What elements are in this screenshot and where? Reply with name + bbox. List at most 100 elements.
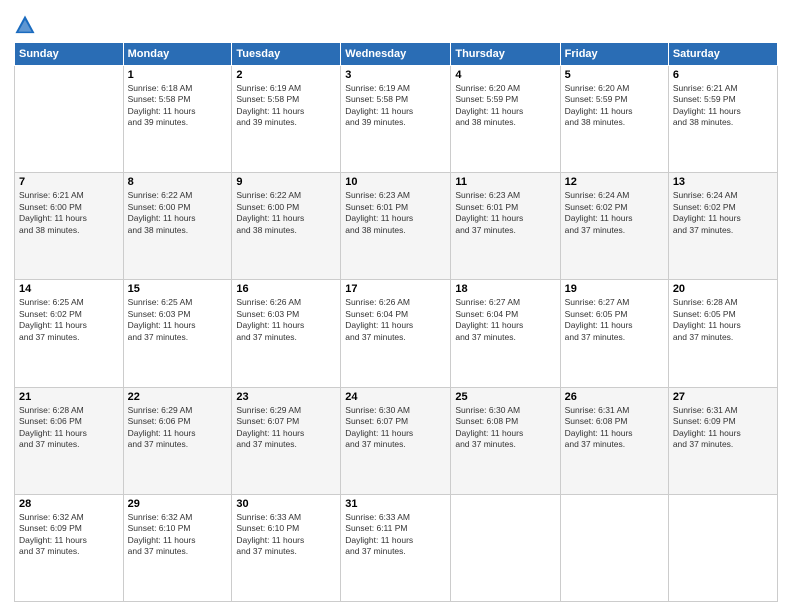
page: SundayMondayTuesdayWednesdayThursdayFrid… [0,0,792,612]
day-info: Sunrise: 6:20 AM Sunset: 5:59 PM Dayligh… [565,83,664,129]
day-number: 8 [128,176,228,188]
day-number: 31 [345,498,446,510]
day-info: Sunrise: 6:23 AM Sunset: 6:01 PM Dayligh… [345,190,446,236]
day-number: 22 [128,391,228,403]
day-cell [15,66,124,173]
day-cell: 9 Sunrise: 6:22 AM Sunset: 6:00 PM Daylig… [232,173,341,280]
day-info: Sunrise: 6:31 AM Sunset: 6:09 PM Dayligh… [673,405,773,451]
logo-icon [14,14,36,36]
day-cell [560,494,668,601]
day-cell: 25 Sunrise: 6:30 AM Sunset: 6:08 PM Dayli… [451,387,560,494]
day-info: Sunrise: 6:23 AM Sunset: 6:01 PM Dayligh… [455,190,555,236]
day-cell: 1Sunrise: 6:18 AM Sunset: 5:58 PM Daylig… [123,66,232,173]
day-info: Sunrise: 6:26 AM Sunset: 6:03 PM Dayligh… [236,297,336,343]
weekday-saturday: Saturday [668,43,777,66]
day-number: 14 [19,283,119,295]
day-number: 16 [236,283,336,295]
weekday-tuesday: Tuesday [232,43,341,66]
day-cell: 2Sunrise: 6:19 AM Sunset: 5:58 PM Daylig… [232,66,341,173]
day-info: Sunrise: 6:25 AM Sunset: 6:02 PM Dayligh… [19,297,119,343]
day-cell: 23 Sunrise: 6:29 AM Sunset: 6:07 PM Dayli… [232,387,341,494]
week-row-4: 21 Sunrise: 6:28 AM Sunset: 6:06 PM Dayli… [15,387,778,494]
day-cell: 14 Sunrise: 6:25 AM Sunset: 6:02 PM Dayli… [15,280,124,387]
day-cell: 16 Sunrise: 6:26 AM Sunset: 6:03 PM Dayli… [232,280,341,387]
day-number: 29 [128,498,228,510]
day-info: Sunrise: 6:32 AM Sunset: 6:09 PM Dayligh… [19,512,119,558]
day-cell: 31 Sunrise: 6:33 AM Sunset: 6:11 PM Dayli… [341,494,451,601]
day-info: Sunrise: 6:33 AM Sunset: 6:10 PM Dayligh… [236,512,336,558]
calendar: SundayMondayTuesdayWednesdayThursdayFrid… [14,42,778,602]
week-row-3: 14 Sunrise: 6:25 AM Sunset: 6:02 PM Dayli… [15,280,778,387]
day-info: Sunrise: 6:18 AM Sunset: 5:58 PM Dayligh… [128,83,228,129]
day-cell: 29 Sunrise: 6:32 AM Sunset: 6:10 PM Dayli… [123,494,232,601]
day-info: Sunrise: 6:22 AM Sunset: 6:00 PM Dayligh… [128,190,228,236]
day-cell [451,494,560,601]
week-row-2: 7Sunrise: 6:21 AM Sunset: 6:00 PM Daylig… [15,173,778,280]
day-info: Sunrise: 6:29 AM Sunset: 6:06 PM Dayligh… [128,405,228,451]
day-cell [668,494,777,601]
day-number: 6 [673,69,773,81]
day-number: 26 [565,391,664,403]
day-number: 21 [19,391,119,403]
day-cell: 27 Sunrise: 6:31 AM Sunset: 6:09 PM Dayli… [668,387,777,494]
day-cell: 6 Sunrise: 6:21 AM Sunset: 5:59 PM Daylig… [668,66,777,173]
day-number: 17 [345,283,446,295]
day-number: 4 [455,69,555,81]
day-cell: 18Sunrise: 6:27 AM Sunset: 6:04 PM Dayli… [451,280,560,387]
day-cell: 3 Sunrise: 6:19 AM Sunset: 5:58 PM Daylig… [341,66,451,173]
weekday-friday: Friday [560,43,668,66]
day-cell: 10Sunrise: 6:23 AM Sunset: 6:01 PM Dayli… [341,173,451,280]
day-cell: 22 Sunrise: 6:29 AM Sunset: 6:06 PM Dayli… [123,387,232,494]
day-info: Sunrise: 6:27 AM Sunset: 6:05 PM Dayligh… [565,297,664,343]
day-number: 28 [19,498,119,510]
day-info: Sunrise: 6:32 AM Sunset: 6:10 PM Dayligh… [128,512,228,558]
day-cell: 13Sunrise: 6:24 AM Sunset: 6:02 PM Dayli… [668,173,777,280]
day-cell: 17 Sunrise: 6:26 AM Sunset: 6:04 PM Dayli… [341,280,451,387]
day-cell: 20 Sunrise: 6:28 AM Sunset: 6:05 PM Dayli… [668,280,777,387]
day-info: Sunrise: 6:20 AM Sunset: 5:59 PM Dayligh… [455,83,555,129]
day-cell: 12 Sunrise: 6:24 AM Sunset: 6:02 PM Dayli… [560,173,668,280]
day-info: Sunrise: 6:29 AM Sunset: 6:07 PM Dayligh… [236,405,336,451]
weekday-monday: Monday [123,43,232,66]
day-info: Sunrise: 6:24 AM Sunset: 6:02 PM Dayligh… [565,190,664,236]
day-info: Sunrise: 6:25 AM Sunset: 6:03 PM Dayligh… [128,297,228,343]
day-number: 20 [673,283,773,295]
day-cell: 30 Sunrise: 6:33 AM Sunset: 6:10 PM Dayli… [232,494,341,601]
day-info: Sunrise: 6:21 AM Sunset: 6:00 PM Dayligh… [19,190,119,236]
day-info: Sunrise: 6:28 AM Sunset: 6:06 PM Dayligh… [19,405,119,451]
day-cell: 24Sunrise: 6:30 AM Sunset: 6:07 PM Dayli… [341,387,451,494]
week-row-1: 1Sunrise: 6:18 AM Sunset: 5:58 PM Daylig… [15,66,778,173]
day-info: Sunrise: 6:19 AM Sunset: 5:58 PM Dayligh… [345,83,446,129]
week-row-5: 28 Sunrise: 6:32 AM Sunset: 6:09 PM Dayli… [15,494,778,601]
day-info: Sunrise: 6:28 AM Sunset: 6:05 PM Dayligh… [673,297,773,343]
day-cell: 26 Sunrise: 6:31 AM Sunset: 6:08 PM Dayli… [560,387,668,494]
logo [14,14,38,36]
day-number: 30 [236,498,336,510]
day-number: 12 [565,176,664,188]
day-cell: 8 Sunrise: 6:22 AM Sunset: 6:00 PM Daylig… [123,173,232,280]
day-cell: 15 Sunrise: 6:25 AM Sunset: 6:03 PM Dayli… [123,280,232,387]
day-info: Sunrise: 6:26 AM Sunset: 6:04 PM Dayligh… [345,297,446,343]
day-cell: 7Sunrise: 6:21 AM Sunset: 6:00 PM Daylig… [15,173,124,280]
day-number: 2 [236,69,336,81]
day-number: 23 [236,391,336,403]
day-info: Sunrise: 6:27 AM Sunset: 6:04 PM Dayligh… [455,297,555,343]
day-info: Sunrise: 6:31 AM Sunset: 6:08 PM Dayligh… [565,405,664,451]
day-number: 9 [236,176,336,188]
day-number: 25 [455,391,555,403]
day-number: 24 [345,391,446,403]
day-cell: 4 Sunrise: 6:20 AM Sunset: 5:59 PM Daylig… [451,66,560,173]
day-number: 11 [455,176,555,188]
day-info: Sunrise: 6:30 AM Sunset: 6:08 PM Dayligh… [455,405,555,451]
day-info: Sunrise: 6:21 AM Sunset: 5:59 PM Dayligh… [673,83,773,129]
header [14,10,778,36]
day-cell: 11 Sunrise: 6:23 AM Sunset: 6:01 PM Dayli… [451,173,560,280]
day-cell: 21 Sunrise: 6:28 AM Sunset: 6:06 PM Dayli… [15,387,124,494]
day-number: 3 [345,69,446,81]
day-info: Sunrise: 6:33 AM Sunset: 6:11 PM Dayligh… [345,512,446,558]
weekday-header-row: SundayMondayTuesdayWednesdayThursdayFrid… [15,43,778,66]
weekday-wednesday: Wednesday [341,43,451,66]
day-number: 27 [673,391,773,403]
day-info: Sunrise: 6:22 AM Sunset: 6:00 PM Dayligh… [236,190,336,236]
day-number: 15 [128,283,228,295]
